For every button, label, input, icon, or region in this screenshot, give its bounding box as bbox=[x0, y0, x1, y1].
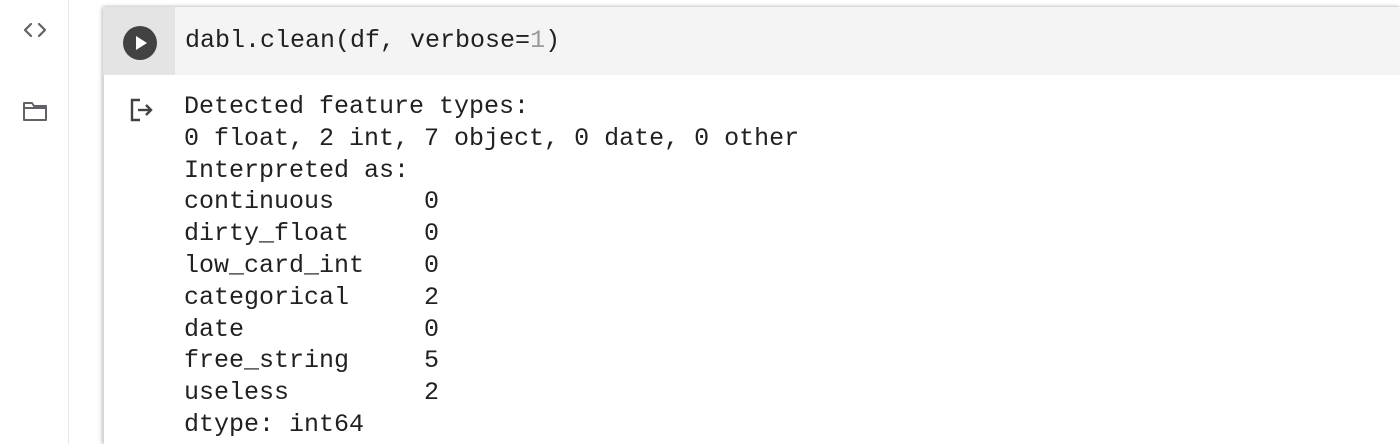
code-editor[interactable]: dabl.clean(df, verbose=1) bbox=[175, 7, 1400, 75]
output-text: Detected feature types: 0 float, 2 int, … bbox=[184, 91, 799, 441]
output-line: Interpreted as: bbox=[184, 155, 410, 185]
output-line: continuous 0 bbox=[184, 187, 440, 217]
code-text-prefix: dabl.clean(df, verbose= bbox=[185, 26, 531, 55]
code-cell[interactable]: dabl.clean(df, verbose=1) Detected featu… bbox=[103, 7, 1400, 444]
cell-output: Detected feature types: 0 float, 2 int, … bbox=[103, 75, 1400, 444]
play-icon bbox=[136, 36, 147, 50]
output-line: categorical 2 bbox=[184, 282, 440, 312]
output-line: dtype: int64 bbox=[184, 409, 365, 439]
run-gutter bbox=[103, 7, 175, 75]
run-cell-button[interactable] bbox=[123, 26, 157, 60]
output-line: date 0 bbox=[184, 314, 440, 344]
output-line: Detected feature types: bbox=[184, 92, 530, 121]
output-line: 0 float, 2 int, 7 object, 0 date, 0 othe… bbox=[184, 123, 800, 153]
output-redirect-icon[interactable] bbox=[127, 95, 157, 125]
folder-icon[interactable] bbox=[20, 96, 50, 126]
output-line: low_card_int 0 bbox=[184, 250, 440, 280]
output-line: useless 2 bbox=[184, 378, 440, 408]
code-number-literal: 1 bbox=[530, 26, 546, 55]
code-brackets-icon[interactable] bbox=[20, 15, 50, 45]
code-text-suffix: ) bbox=[545, 26, 561, 55]
left-sidebar bbox=[0, 0, 69, 444]
code-line[interactable]: dabl.clean(df, verbose=1) bbox=[185, 26, 560, 56]
cell-input: dabl.clean(df, verbose=1) bbox=[103, 7, 1400, 75]
output-line: free_string 5 bbox=[184, 346, 440, 376]
output-line: dirty_float 0 bbox=[184, 219, 440, 249]
